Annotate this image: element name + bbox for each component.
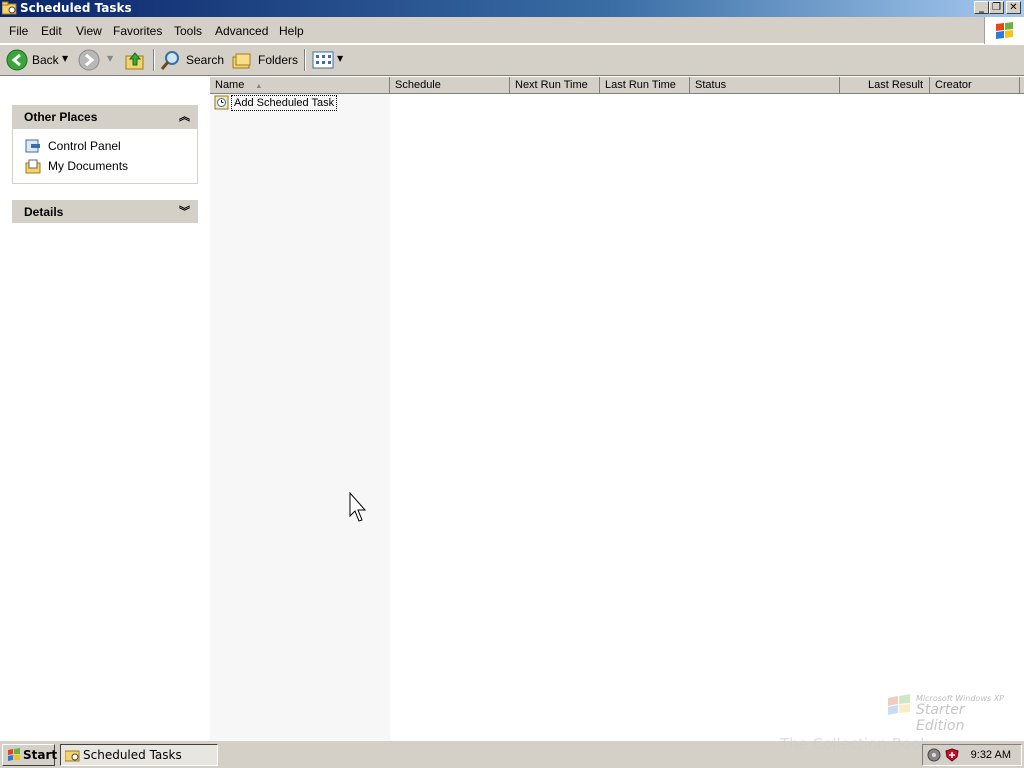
security-shield-icon[interactable] (945, 748, 959, 762)
taskbar-button-label: Scheduled Tasks (83, 748, 182, 762)
details-title: Details (24, 205, 64, 219)
column-header-last-result[interactable]: Last Result (840, 77, 930, 93)
mouse-cursor-icon (349, 492, 367, 522)
control-panel-link[interactable]: Control Panel (48, 139, 121, 153)
restore-button[interactable]: ❐ (989, 1, 1004, 14)
back-arrow-icon[interactable] (6, 49, 28, 71)
search-icon[interactable] (160, 49, 182, 71)
window-title: Scheduled Tasks (20, 1, 132, 15)
column-header-bar: Name ▲ Schedule Next Run Time Last Run T… (210, 77, 1024, 94)
add-task-icon (214, 95, 229, 110)
forward-dropdown-icon[interactable]: ▼ (107, 54, 113, 63)
file-list[interactable]: Add Scheduled Task (210, 94, 1024, 740)
menu-help[interactable]: Help (279, 24, 304, 38)
column-header-name[interactable]: Name ▲ (210, 77, 390, 93)
menu-edit[interactable]: Edit (41, 24, 62, 38)
windows-flag-icon (996, 22, 1013, 39)
expand-chevron-icon[interactable]: ︾ (179, 203, 190, 219)
menu-tools[interactable]: Tools (174, 24, 202, 38)
back-dropdown-icon[interactable]: ▼ (62, 54, 68, 63)
other-places-title: Other Places (24, 110, 98, 124)
control-panel-icon (25, 139, 40, 153)
collapse-chevron-icon[interactable]: ︽ (179, 108, 190, 124)
folders-button-label[interactable]: Folders (258, 53, 298, 67)
collection-book-watermark: The Collection Book (780, 735, 929, 753)
scheduled-tasks-folder-icon (2, 1, 17, 15)
windows-flag-watermark-icon (888, 694, 910, 715)
folders-icon[interactable] (231, 49, 253, 71)
my-documents-link[interactable]: My Documents (48, 159, 128, 173)
forward-arrow-icon[interactable] (78, 49, 100, 71)
up-folder-icon[interactable] (124, 49, 146, 71)
menu-view[interactable]: View (76, 24, 102, 38)
taskbar-button-scheduled-tasks[interactable]: Scheduled Tasks (60, 744, 218, 766)
taskbar: The Collection Book Start Scheduled Task… (0, 735, 1024, 768)
menu-file[interactable]: File (9, 24, 28, 38)
toolbar-separator (304, 49, 306, 71)
details-header[interactable]: Details ︾ (12, 200, 198, 223)
column-name-label: Name (215, 79, 245, 91)
close-button[interactable]: ✕ (1006, 1, 1021, 14)
column-header-next-run-time[interactable]: Next Run Time (510, 77, 600, 93)
toolbar: Back ▼ ▼ Search Folders ▼ (0, 45, 1024, 76)
start-label: Start (23, 748, 58, 762)
other-places-header[interactable]: Other Places ︽ (12, 105, 198, 128)
network-tray-icon[interactable] (927, 748, 941, 762)
toolbar-separator (153, 49, 155, 71)
windows-logo (984, 17, 1024, 44)
start-button[interactable]: Start (2, 744, 58, 766)
system-tray: 9:32 AM (922, 744, 1022, 766)
column-header-schedule[interactable]: Schedule (390, 77, 510, 93)
menu-bar: File Edit View Favorites Tools Advanced … (0, 17, 1024, 44)
title-bar[interactable]: Scheduled Tasks _ ❐ ✕ (0, 0, 1024, 17)
sort-ascending-icon: ▲ (255, 83, 263, 90)
clock[interactable]: 9:32 AM (971, 749, 1011, 761)
minimize-button[interactable]: _ (974, 1, 989, 14)
watermark-line2: Starter Edition (916, 702, 965, 734)
sorted-column-background (210, 94, 390, 740)
column-header-status[interactable]: Status (690, 77, 840, 93)
add-scheduled-task-label[interactable]: Add Scheduled Task (231, 95, 338, 111)
column-header-creator[interactable]: Creator (930, 77, 1020, 93)
my-documents-icon (25, 159, 41, 174)
scheduled-tasks-taskbar-icon (65, 750, 80, 762)
starter-edition-watermark: Microsoft Windows XP Starter Edition (886, 690, 1012, 734)
windows-start-icon (8, 748, 20, 761)
views-dropdown-icon[interactable]: ▼ (337, 54, 343, 63)
column-header-last-run-time[interactable]: Last Run Time (600, 77, 690, 93)
other-places-body: Control Panel My Documents (12, 128, 198, 184)
task-pane: Other Places ︽ Control Panel My Document… (0, 76, 210, 740)
search-button-label[interactable]: Search (186, 53, 224, 67)
menu-favorites[interactable]: Favorites (113, 24, 162, 38)
menu-advanced[interactable]: Advanced (215, 24, 268, 38)
back-button-label[interactable]: Back (32, 53, 59, 67)
views-icon[interactable] (312, 51, 334, 69)
